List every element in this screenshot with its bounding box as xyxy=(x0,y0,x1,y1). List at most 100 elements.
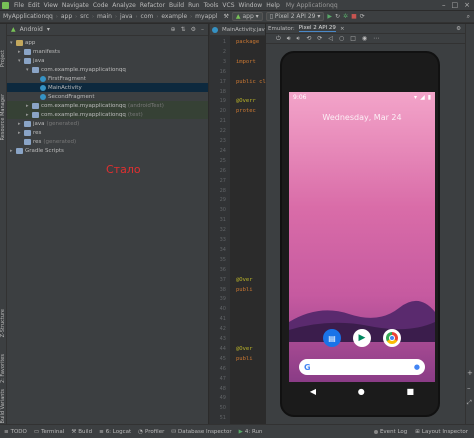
tool-tab-resource-manager[interactable]: Resource Manager xyxy=(0,94,7,140)
tree-item[interactable]: SecondFragment xyxy=(7,92,208,101)
tool-database-inspector[interactable]: ⛁ Database Inspector xyxy=(171,429,231,435)
device-select[interactable]: ▯ Pixel 2 API 29 ▾ xyxy=(265,12,325,21)
more-icon[interactable]: ⋯ xyxy=(373,35,379,42)
menu-help[interactable]: Help xyxy=(264,2,282,9)
tool-build[interactable]: ⚒ Build xyxy=(71,429,92,435)
tree-item[interactable]: MainActivity xyxy=(7,83,208,92)
breadcrumb-app[interactable]: app xyxy=(58,13,75,20)
tree-item[interactable]: ▸ manifests xyxy=(7,47,208,56)
nav-recents-icon[interactable]: ■ xyxy=(407,387,415,396)
collapse-icon[interactable]: ⇅ xyxy=(181,26,186,33)
screenshot-icon[interactable]: ◉ xyxy=(362,35,367,42)
tree-item[interactable]: ▾ app xyxy=(7,38,208,47)
tool-logcat[interactable]: ≡ 6: Logcat xyxy=(99,429,131,435)
google-search-bar[interactable]: G ● xyxy=(299,359,425,375)
search-everywhere-icon[interactable]: ⌕ xyxy=(467,13,470,21)
breadcrumb-project[interactable]: MyApplicationqq xyxy=(0,13,56,20)
overview-icon[interactable]: □ xyxy=(350,35,356,42)
tree-item[interactable]: ▸ com.example.myapplicationqq (test) xyxy=(7,110,208,119)
tree-item[interactable]: ▾ com.example.myapplicationqq xyxy=(7,65,208,74)
menu-vcs[interactable]: VCS xyxy=(220,2,236,9)
tool-tab-structure[interactable]: Z-Structure xyxy=(0,309,7,337)
chevron-down-icon[interactable]: ▾ xyxy=(47,26,50,33)
tree-item[interactable]: ▸ java (generated) xyxy=(7,119,208,128)
menu-view[interactable]: View xyxy=(42,2,60,9)
nav-home-icon[interactable]: ● xyxy=(358,387,365,396)
tool-layout-inspector[interactable]: ⊞ Layout Inspector xyxy=(415,429,468,435)
code-line[interactable]: publi xyxy=(236,287,253,293)
stop-icon[interactable]: ■ xyxy=(351,13,357,20)
fit-screen-icon[interactable]: ⤢ xyxy=(467,399,472,407)
rotate-right-icon[interactable]: ⟳ xyxy=(317,35,322,42)
volume-up-icon[interactable]: 🔊︎ xyxy=(287,35,291,43)
power-icon[interactable]: ⏻ xyxy=(276,35,281,43)
menu-refactor[interactable]: Refactor xyxy=(138,2,167,9)
code-line[interactable]: public cl xyxy=(236,79,266,85)
close-icon[interactable]: × xyxy=(464,1,470,9)
code-line[interactable]: @Overr xyxy=(236,98,256,104)
tool-event-log[interactable]: Event Log xyxy=(373,429,407,435)
tool-terminal[interactable]: ▭ Terminal xyxy=(34,429,64,435)
menu-navigate[interactable]: Navigate xyxy=(60,2,91,9)
menu-run[interactable]: Run xyxy=(186,2,202,9)
chrome-app-icon[interactable] xyxy=(383,329,401,347)
code-line[interactable]: import xyxy=(236,59,256,65)
breadcrumb-package[interactable]: myappl xyxy=(192,13,220,20)
tool-profiler[interactable]: ◔ Profiler xyxy=(138,429,164,435)
breadcrumb-example[interactable]: example xyxy=(158,13,190,20)
code-line[interactable]: protec xyxy=(236,108,256,114)
zoom-in-icon[interactable]: + xyxy=(467,369,473,377)
tool-tab-favorites[interactable]: 2: Favorites xyxy=(0,354,7,383)
tree-item[interactable]: res (generated) xyxy=(7,137,208,146)
sync-icon[interactable]: ⟳ xyxy=(360,13,365,20)
breadcrumb-main[interactable]: main xyxy=(94,13,115,20)
tab-mainactivity[interactable]: MainActivity.jav xyxy=(212,26,265,33)
gear-icon[interactable]: ⚙ xyxy=(456,26,465,32)
breadcrumb-com[interactable]: com xyxy=(138,13,157,20)
home-icon[interactable]: ○ xyxy=(339,35,344,42)
tab-emulator-device[interactable]: Pixel 2 API 29 xyxy=(298,25,336,32)
menu-analyze[interactable]: Analyze xyxy=(110,2,138,9)
hide-icon[interactable]: – xyxy=(201,26,204,33)
code-line[interactable]: publi xyxy=(236,356,253,362)
debug-icon[interactable]: ✲ xyxy=(343,13,348,20)
menu-edit[interactable]: Edit xyxy=(26,2,42,9)
minimize-icon[interactable]: – xyxy=(442,1,446,9)
tree-item[interactable]: FirstFragment xyxy=(7,74,208,83)
menu-tools[interactable]: Tools xyxy=(202,2,221,9)
breadcrumb-java[interactable]: java xyxy=(117,13,136,20)
locate-icon[interactable]: ⊕ xyxy=(171,26,176,33)
tool-run[interactable]: ▶ 4: Run xyxy=(239,429,263,435)
run-config-select[interactable]: ▲ app ▾ xyxy=(231,12,263,21)
run-icon[interactable]: ▶ xyxy=(327,13,332,20)
volume-down-icon[interactable]: 🔉︎ xyxy=(297,35,301,43)
tree-item[interactable]: ▸ res xyxy=(7,128,208,137)
tool-tab-build-variants[interactable]: Build Variants xyxy=(0,389,7,423)
breadcrumb-src[interactable]: src xyxy=(77,13,92,20)
phone-screen[interactable]: 9:06 ▾ ◢ ▮ Wednesday, Mar 24 ▤ ▶ G ● xyxy=(289,92,435,382)
maximize-icon[interactable]: □ xyxy=(452,1,459,9)
rotate-left-icon[interactable]: ⟲ xyxy=(306,35,311,42)
project-view-select[interactable]: Android xyxy=(20,26,43,33)
tool-todo[interactable]: ≡ TODO xyxy=(4,429,27,435)
close-tab-icon[interactable]: × xyxy=(340,26,345,32)
nav-back-icon[interactable]: ◀ xyxy=(310,387,316,396)
messages-app-icon[interactable]: ▤ xyxy=(323,329,341,347)
zoom-out-icon[interactable]: – xyxy=(467,384,471,392)
code-line[interactable]: @Over xyxy=(236,277,253,283)
gear-icon[interactable]: ⚙ xyxy=(191,26,196,33)
tool-tab-project[interactable]: Project xyxy=(0,50,7,67)
code-line[interactable]: package xyxy=(236,39,259,45)
tree-item[interactable]: ▸ Gradle Scripts xyxy=(7,146,208,155)
hammer-icon[interactable]: ⚒ xyxy=(224,13,229,20)
code-line[interactable]: @Over xyxy=(236,346,253,352)
menu-build[interactable]: Build xyxy=(167,2,186,9)
menu-window[interactable]: Window xyxy=(237,2,265,9)
tree-item[interactable]: ▾ java xyxy=(7,56,208,65)
play-store-app-icon[interactable]: ▶ xyxy=(353,329,371,347)
apply-changes-icon[interactable]: ↻ xyxy=(335,13,340,20)
mic-icon[interactable]: ● xyxy=(414,363,420,371)
menu-file[interactable]: File xyxy=(12,2,26,9)
back-icon[interactable]: ◁ xyxy=(328,35,333,42)
tree-item[interactable]: ▸ com.example.myapplicationqq (androidTest… xyxy=(7,101,208,110)
